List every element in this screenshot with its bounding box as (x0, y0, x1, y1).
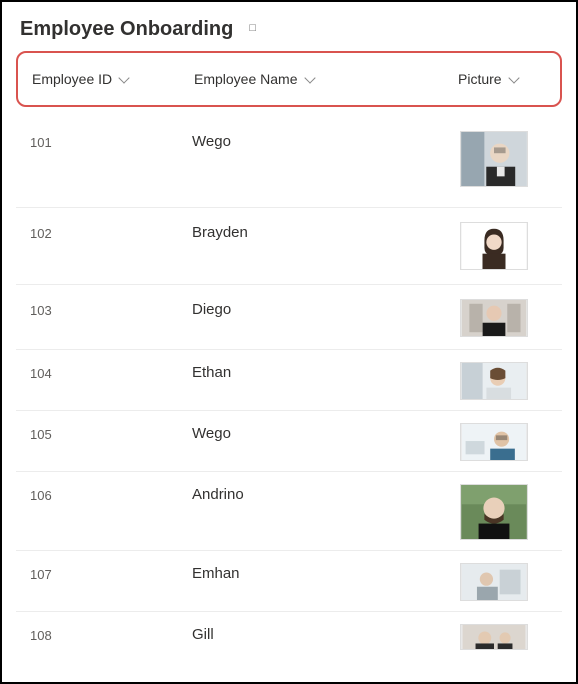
chevron-down-icon (118, 72, 129, 83)
chevron-down-icon (304, 72, 315, 83)
avatar[interactable] (460, 563, 528, 601)
avatar[interactable] (460, 362, 528, 400)
table-row[interactable]: 101 Wego (16, 117, 562, 207)
avatar[interactable] (460, 484, 528, 540)
column-header-label: Employee ID (32, 71, 112, 87)
cell-employee-id: 105 (26, 423, 188, 442)
cell-picture (460, 299, 552, 337)
page-title: Employee Onboarding □ (2, 2, 576, 51)
cell-employee-name: Diego (188, 299, 460, 318)
column-header-picture[interactable]: Picture (458, 71, 550, 87)
title-glyph: □ (249, 22, 256, 34)
avatar[interactable] (460, 222, 528, 270)
cell-picture (460, 563, 552, 601)
table-row[interactable]: 106 Andrino (16, 471, 562, 550)
cell-picture (460, 624, 552, 650)
cell-picture (460, 362, 552, 400)
page-title-text: Employee Onboarding (20, 18, 233, 41)
avatar[interactable] (460, 423, 528, 461)
table-row[interactable]: 105 Wego (16, 410, 562, 471)
cell-employee-name: Ethan (188, 362, 460, 381)
cell-employee-name: Wego (188, 423, 460, 442)
column-header-label: Employee Name (194, 71, 298, 87)
column-header-employee-name[interactable]: Employee Name (190, 71, 458, 87)
cell-employee-id: 102 (26, 222, 188, 241)
avatar[interactable] (460, 624, 528, 650)
cell-employee-id: 104 (26, 362, 188, 381)
column-header-employee-id[interactable]: Employee ID (28, 71, 190, 87)
avatar[interactable] (460, 299, 528, 337)
table-row[interactable]: 108 Gill (16, 611, 562, 650)
table-row[interactable]: 107 Emhan (16, 550, 562, 611)
cell-employee-id: 108 (26, 624, 188, 643)
cell-employee-name: Wego (188, 131, 460, 150)
cell-employee-id: 106 (26, 484, 188, 503)
cell-picture (460, 222, 552, 270)
cell-employee-name: Brayden (188, 222, 460, 241)
cell-employee-name: Andrino (188, 484, 460, 503)
table-header-row: Employee ID Employee Name Picture (16, 51, 562, 107)
cell-employee-id: 107 (26, 563, 188, 582)
table-row[interactable]: 102 Brayden (16, 207, 562, 284)
cell-picture (460, 131, 552, 187)
table-row[interactable]: 103 Diego (16, 284, 562, 349)
cell-employee-id: 103 (26, 299, 188, 318)
chevron-down-icon (508, 72, 519, 83)
cell-employee-name: Emhan (188, 563, 460, 582)
employee-table: Employee ID Employee Name Picture 101 We… (2, 51, 576, 650)
table-row[interactable]: 104 Ethan (16, 349, 562, 410)
cell-picture (460, 484, 552, 540)
column-header-label: Picture (458, 71, 502, 87)
avatar[interactable] (460, 131, 528, 187)
cell-employee-name: Gill (188, 624, 460, 643)
cell-picture (460, 423, 552, 461)
table-body: 101 Wego 102 Brayden 103 Diego (16, 117, 562, 650)
cell-employee-id: 101 (26, 131, 188, 150)
